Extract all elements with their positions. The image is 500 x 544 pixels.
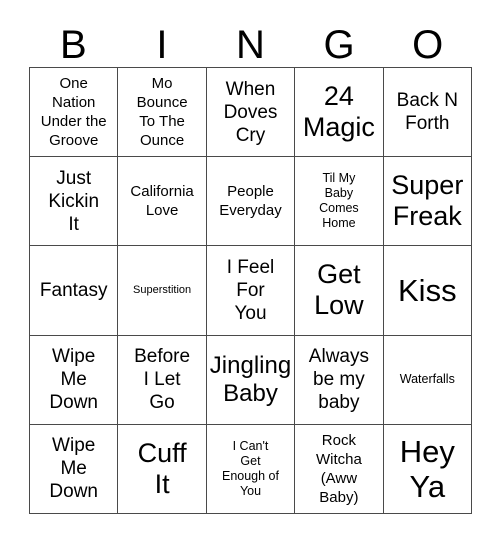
bingo-cell-label: One Nation Under the Groove [40,75,107,150]
bingo-cell-label: Superstition [133,283,192,296]
bingo-header-letter-n-text: N [236,23,265,67]
bingo-header-letter-o: O [383,14,472,67]
bingo-cell[interactable]: 24 Magic [295,68,384,158]
bingo-cell-label: Wipe Me Down [49,346,98,414]
bingo-cell[interactable]: Wipe Me Down [30,335,119,425]
bingo-cell-label: Mo Bounce To The Ounce [136,75,188,150]
bingo-cell[interactable]: Always be my baby [295,335,384,425]
bingo-cell[interactable]: One Nation Under the Groove [30,68,119,158]
bingo-cell-label: I Feel For You [226,256,275,324]
bingo-cell[interactable]: Rock Witcha (Aww Baby) [295,424,384,514]
bingo-cell[interactable]: I Feel For You [206,246,296,336]
bingo-cell-label: Just Kickin It [48,167,100,235]
bingo-header-row: B I N G O [29,14,472,67]
bingo-header-letter-i-text: I [156,23,168,67]
bingo-cell-label: Hey Ya [399,433,455,504]
bingo-cell-label: Always be my baby [308,346,369,414]
bingo-cell[interactable]: Back N Forth [383,68,472,158]
bingo-cell[interactable]: Superstition [118,246,207,336]
bingo-cell-label: Back N Forth [396,90,458,135]
bingo-cell[interactable]: Wipe Me Down [30,424,119,514]
bingo-cell[interactable]: I Can't Get Enough of You [206,424,296,514]
bingo-header-letter-b: B [29,14,118,67]
bingo-header-letter-o-text: O [412,23,444,67]
bingo-cell-label: I Can't Get Enough of You [221,438,279,498]
bingo-header-letter-b-text: B [59,23,87,67]
bingo-cell-label: Rock Witcha (Aww Baby) [315,431,362,506]
bingo-cell-label: Get Low [314,259,364,321]
bingo-cell[interactable]: People Everyday [206,157,296,247]
bingo-cell-label: When Doves Cry [223,78,278,146]
bingo-grid: One Nation Under the Groove Mo Bounce To … [29,67,472,514]
bingo-cell[interactable]: Kiss [383,246,472,336]
bingo-cell[interactable]: Just Kickin It [30,157,119,247]
bingo-cell[interactable]: Cuff It [118,424,207,514]
bingo-cell[interactable]: When Doves Cry [206,68,296,158]
bingo-header-letter-i: I [118,14,207,67]
bingo-cell[interactable]: Til My Baby Comes Home [295,157,384,247]
bingo-cell-label: 24 Magic [302,81,375,143]
bingo-cell-label: Til My Baby Comes Home [319,171,359,231]
bingo-cell[interactable]: Fantasy [30,246,119,336]
bingo-cell[interactable]: California Love [118,157,207,247]
bingo-cell-label: Jingling Baby [209,351,292,407]
bingo-cell[interactable]: Hey Ya [383,424,472,514]
bingo-cell-label: People Everyday [219,183,282,220]
bingo-cell-label: California Love [130,183,194,220]
bingo-cell-label: Kiss [398,272,457,308]
bingo-cell-label: Super Freak [391,170,464,232]
bingo-cell[interactable]: Before I Let Go [118,335,207,425]
bingo-cell[interactable]: Get Low [295,246,384,336]
bingo-cell[interactable]: Mo Bounce To The Ounce [118,68,207,158]
bingo-cell-label: Wipe Me Down [49,435,98,503]
bingo-cell[interactable]: Jingling Baby [206,335,296,425]
bingo-cell-label: Before I Let Go [134,346,191,414]
bingo-header-letter-g: G [295,14,384,67]
bingo-card: B I N G O One Nation Under the Groove Mo … [0,0,500,544]
bingo-cell-label: Waterfalls [399,372,455,387]
bingo-header-letter-n: N [206,14,295,67]
bingo-cell-label: Fantasy [39,279,108,301]
bingo-cell[interactable]: Waterfalls [383,335,472,425]
bingo-cell-label: Cuff It [137,437,187,499]
bingo-header-letter-g-text: G [323,23,355,67]
bingo-cell[interactable]: Super Freak [383,157,472,247]
